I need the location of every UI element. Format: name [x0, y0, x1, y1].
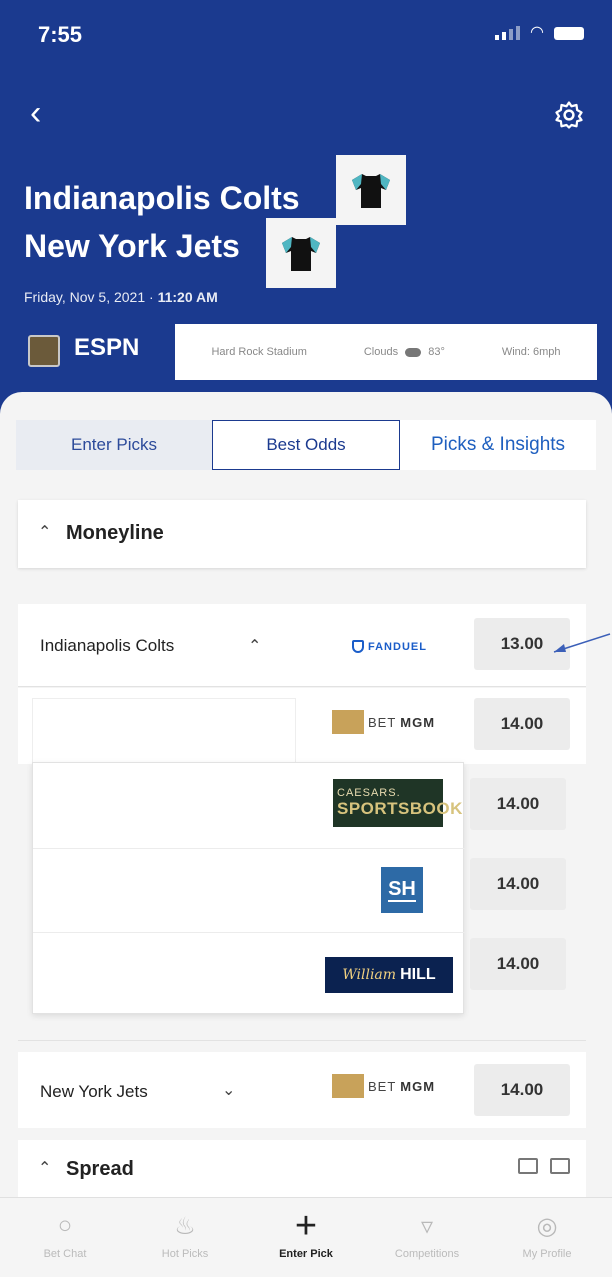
nav-label: My Profile	[522, 1248, 572, 1260]
home-team-name: Indianapolis Colts	[24, 180, 300, 216]
odds-row-betmgm: BET MGM 14.00	[18, 688, 586, 764]
broadcast-network: ESPN	[74, 334, 140, 361]
away-team-name: New York Jets	[24, 228, 240, 264]
game-info-box: Hard Rock Stadium Clouds 83° Wind: 6mph	[175, 324, 597, 380]
home-jersey-icon	[336, 155, 406, 225]
game-date: Friday, Nov 5, 2021 ·	[24, 289, 158, 305]
status-bar: 7:55 ◠	[0, 0, 612, 70]
tab-bar: Enter Picks Best Odds Picks & Insights	[0, 420, 612, 470]
flame-icon: ♨	[174, 1212, 196, 1240]
nav-hot-picks[interactable]: ♨ Hot Picks	[130, 1208, 240, 1261]
odds-button[interactable]: 14.00	[470, 858, 566, 910]
odds-button[interactable]: 14.00	[474, 1064, 570, 1116]
status-icons: ◠	[495, 24, 584, 41]
nav-my-profile[interactable]: ◎ My Profile	[492, 1208, 602, 1261]
profile-icon: ◎	[536, 1212, 558, 1240]
nav-label: Competitions	[394, 1248, 460, 1260]
game-datetime: Friday, Nov 5, 2021 · 11:20 AM	[24, 289, 218, 305]
trophy-icon: ▿	[420, 1212, 434, 1240]
betmgm-mgm: MGM	[400, 1078, 436, 1094]
row-divider	[18, 1040, 586, 1041]
moneyline-title: Moneyline	[66, 522, 164, 544]
betmgm-bet: BET	[368, 714, 397, 730]
moneyline-section-header[interactable]: ⌃ Moneyline	[18, 500, 586, 568]
tab-enter-picks[interactable]: Enter Picks	[16, 420, 212, 470]
chevron-up-icon: ⌃	[38, 1160, 52, 1177]
nav-competitions[interactable]: ▿ Competitions	[372, 1208, 482, 1261]
betmgm-logo: BET MGM	[332, 1074, 435, 1098]
betmgm-logo: BET MGM	[332, 710, 435, 734]
tab-picks-insights[interactable]: Picks & Insights	[400, 420, 596, 470]
sportsbook-dropdown: CAESARS. SPORTSBOOK SH William HILL	[32, 762, 465, 1015]
fanduel-logo: FANDUEL	[352, 640, 427, 653]
cellular-signal-icon	[495, 26, 521, 40]
cloud-icon	[405, 347, 422, 357]
chevron-down-icon[interactable]: ⌄	[222, 1080, 235, 1100]
team-row-label: Indianapolis Colts	[40, 636, 175, 655]
odds-button[interactable]: 14.00	[470, 778, 566, 830]
chat-bubble-icon: ○	[57, 1212, 73, 1239]
nav-bet-chat[interactable]: ○ Bet Chat	[10, 1208, 120, 1260]
team-row-label: New York Jets	[40, 1082, 148, 1101]
filter-icon[interactable]	[518, 1158, 538, 1174]
nav-label: Bet Chat	[43, 1248, 87, 1260]
william-hill-logo: William HILL	[325, 957, 453, 993]
nav-label: Hot Picks	[161, 1248, 209, 1260]
odds-row-colts: Indianapolis Colts ⌃ FANDUEL 13.00	[18, 604, 586, 686]
bottom-nav: ○ Bet Chat ♨ Hot Picks + Enter Pick ▿ Co…	[0, 1197, 612, 1277]
spread-title: Spread	[66, 1158, 134, 1180]
status-time: 7:55	[38, 22, 83, 47]
compare-icon[interactable]	[550, 1158, 570, 1174]
away-jersey-icon	[266, 218, 336, 288]
dropdown-row-william-hill[interactable]: William HILL	[33, 933, 465, 1015]
caesars-brand-line2: SPORTSBOOK	[337, 799, 463, 818]
venue-name: Hard Rock Stadium	[211, 346, 307, 358]
caesars-brand-line1: CAESARS.	[337, 787, 401, 799]
empty-cell	[32, 698, 296, 764]
back-button[interactable]: ‹	[30, 96, 41, 130]
dropdown-row-sh[interactable]: SH	[33, 849, 465, 933]
betmgm-bet: BET	[368, 1078, 397, 1094]
annotation-arrow-icon	[553, 633, 611, 653]
fanduel-label: FANDUEL	[368, 640, 427, 653]
sh-brand: SH	[388, 878, 416, 902]
temperature: 83°	[428, 346, 445, 358]
row-divider	[18, 686, 586, 687]
nav-label: Enter Pick	[279, 1248, 333, 1260]
sh-sportsbook-logo: SH	[381, 867, 423, 913]
chevron-up-icon[interactable]: ⌃	[248, 636, 261, 656]
odds-button[interactable]: 14.00	[470, 938, 566, 990]
battery-icon	[554, 26, 584, 40]
caesars-sportsbook-logo: CAESARS. SPORTSBOOK	[333, 779, 463, 827]
chevron-up-icon: ⌃	[38, 524, 52, 541]
betmgm-mark-icon	[332, 710, 364, 734]
betmgm-mark-icon	[332, 1074, 364, 1098]
wifi-icon: ◠	[530, 24, 544, 41]
game-header: 7:55 ◠ ‹ Indianapolis Colts New York Jet…	[0, 0, 612, 420]
game-time: 11:20 AM	[157, 289, 218, 305]
settings-gear-icon[interactable]	[554, 100, 584, 130]
weather-info: Clouds 83°	[364, 346, 445, 358]
betmgm-mgm: MGM	[400, 714, 436, 730]
fanduel-shield-icon	[352, 640, 364, 653]
nav-enter-pick[interactable]: + Enter Pick	[251, 1204, 361, 1261]
tab-best-odds[interactable]: Best Odds	[212, 420, 400, 470]
plus-icon: +	[294, 1204, 318, 1247]
odds-row-jets: New York Jets ⌄ BET MGM 14.00	[18, 1052, 586, 1128]
william-hill-bold: HILL	[400, 966, 436, 983]
wind-info: Wind: 6mph	[501, 346, 561, 358]
william-hill-script: William	[342, 967, 397, 983]
weather-label: Clouds	[363, 346, 399, 358]
spread-section-header[interactable]: ⌃ Spread	[18, 1140, 586, 1198]
stadium-thumbnail-icon	[28, 335, 60, 367]
odds-button[interactable]: 14.00	[474, 698, 570, 750]
dropdown-row-caesars[interactable]: CAESARS. SPORTSBOOK	[33, 763, 465, 849]
